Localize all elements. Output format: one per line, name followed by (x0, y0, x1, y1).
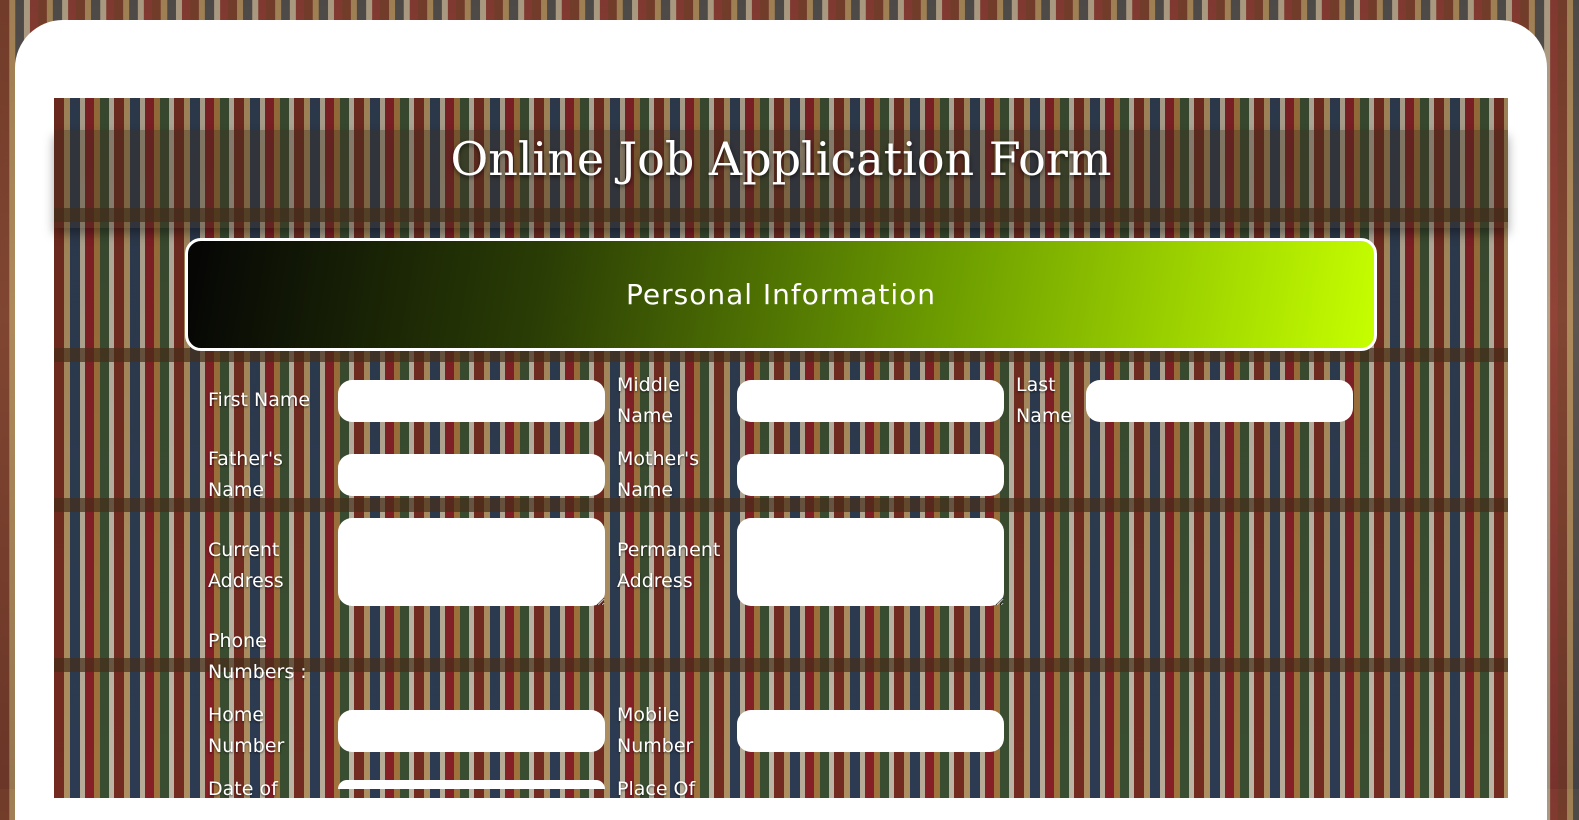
date-of-birth-input[interactable] (338, 780, 605, 789)
middle-name-input[interactable] (737, 380, 1004, 422)
middle-name-label: Middle Name (617, 374, 680, 427)
section-title: Personal Information (625, 278, 936, 311)
mobile-number-input[interactable] (737, 710, 1004, 752)
section-banner-personal-information: Personal Information (185, 238, 1377, 351)
date-of-birth-label: Date of (208, 778, 278, 800)
mobile-number-label: Mobile Number (617, 704, 694, 757)
page-title: Online Job Application Form (450, 132, 1112, 186)
mothers-name-label: Mother's Name (617, 448, 700, 501)
first-name-input[interactable] (338, 380, 605, 422)
home-number-input[interactable] (338, 710, 605, 752)
mothers-name-input[interactable] (737, 454, 1004, 496)
fathers-name-label: Father's Name (208, 448, 283, 501)
permanent-address-label: Permanent Address (617, 539, 721, 592)
place-of-birth-label: Place Of (617, 778, 696, 800)
home-number-label: Home Number (208, 704, 285, 757)
last-name-input[interactable] (1086, 380, 1353, 422)
phone-numbers-heading: Phone Numbers : (208, 630, 307, 683)
current-address-label: Current Address (208, 539, 284, 592)
first-name-label: First Name (208, 389, 311, 411)
fathers-name-input[interactable] (338, 454, 605, 496)
current-address-textarea[interactable] (338, 518, 605, 606)
permanent-address-textarea[interactable] (737, 518, 1004, 606)
last-name-label: Last Name (1016, 374, 1073, 427)
